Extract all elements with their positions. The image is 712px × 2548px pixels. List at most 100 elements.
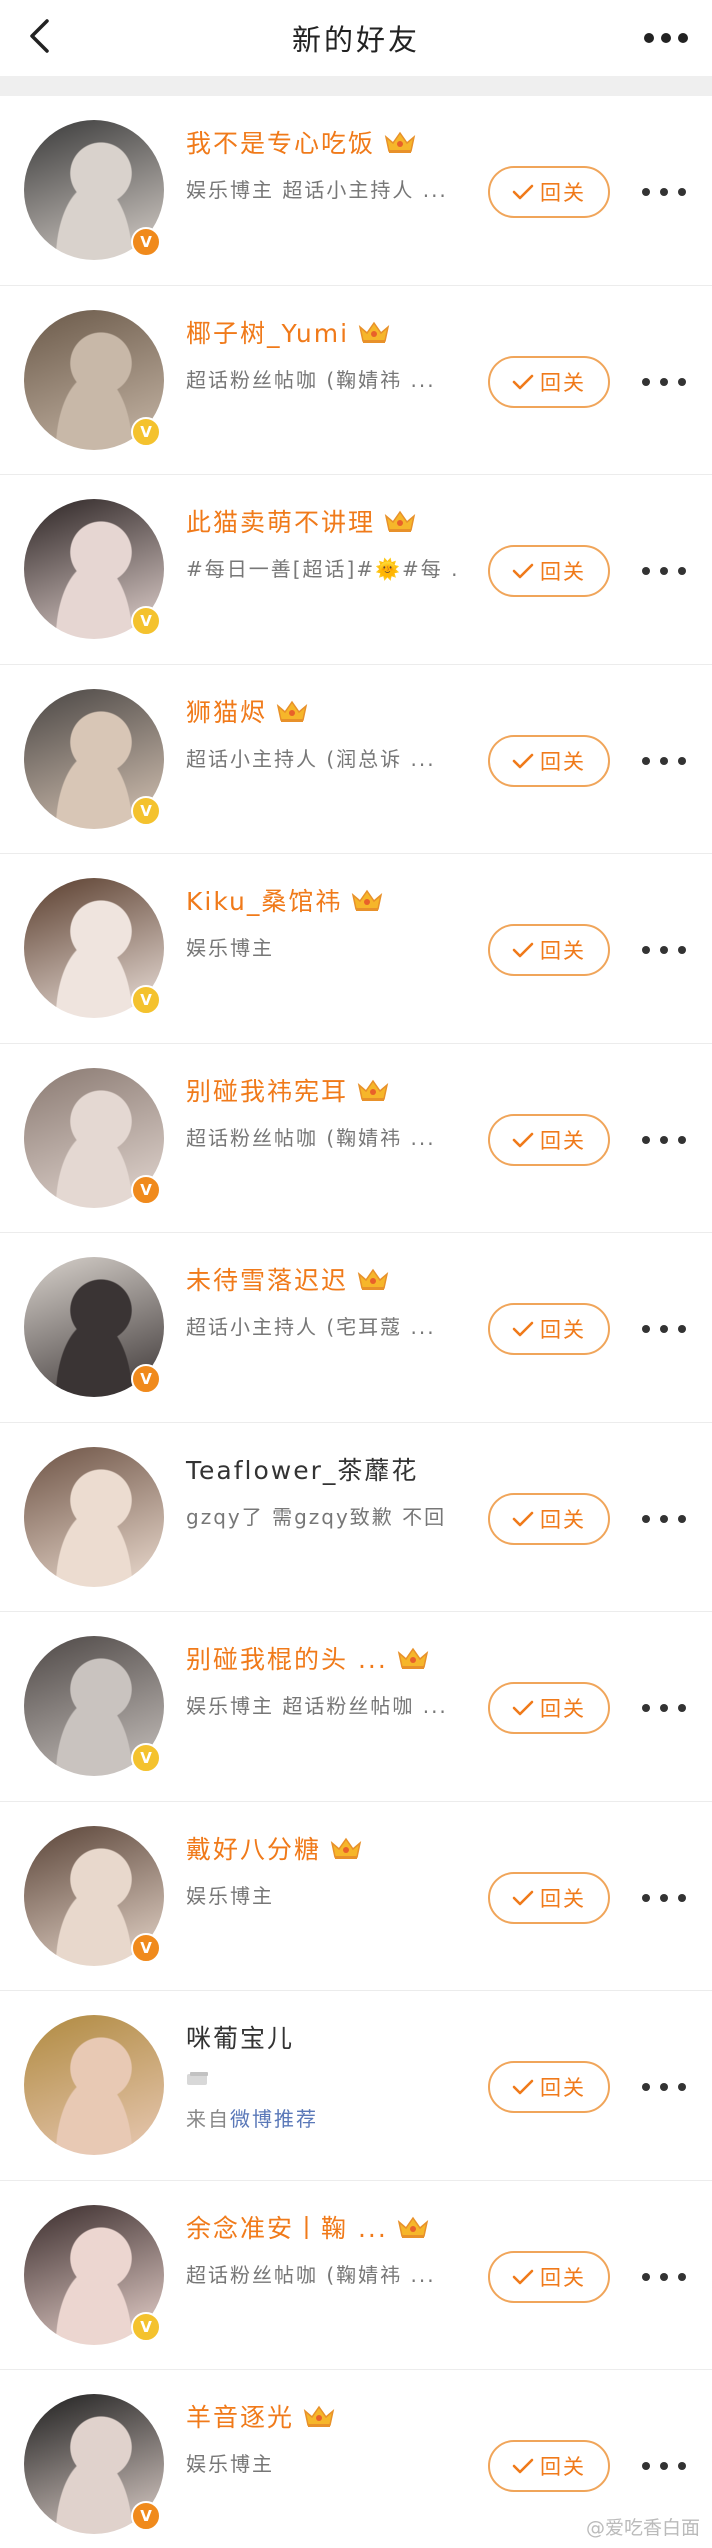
friend-row[interactable]: V 狮猫烬 超话小主持人 (润总诉 ... 回关 — [0, 665, 712, 854]
follow-back-label: 回关 — [540, 1697, 586, 1721]
row-more-button[interactable] — [642, 1507, 686, 1531]
dot — [678, 567, 686, 575]
user-name[interactable]: Kiku_桑馆祎 — [186, 882, 384, 918]
user-description: 超话粉丝帖咖 (鞠婧祎 ... — [186, 367, 436, 392]
user-name[interactable]: 咪葡宝儿 — [186, 2019, 294, 2055]
friend-list: V 我不是专心吃饭 娱乐博主 超话小主持人 ... 回关 V 椰子树_Yumi 超话粉丝帖咖… — [0, 96, 712, 2548]
follow-back-button[interactable]: 回关 — [488, 355, 610, 408]
follow-back-button[interactable]: 回关 — [488, 545, 610, 597]
user-name[interactable]: 我不是专心吃饭 — [186, 124, 417, 160]
dot — [642, 2462, 650, 2470]
follow-back-button[interactable]: 回关 — [488, 734, 610, 787]
verified-badge-icon: V — [131, 1932, 161, 1963]
row-more-button[interactable] — [642, 1696, 686, 1720]
avatar[interactable] — [24, 2015, 164, 2155]
crown-icon — [397, 1647, 428, 1669]
dot — [660, 1135, 668, 1144]
card-icon — [187, 2072, 208, 2085]
follow-back-button[interactable]: 回关 — [488, 166, 610, 218]
row-more-button[interactable] — [642, 1886, 686, 1910]
follow-back-button[interactable]: 回关 — [488, 2440, 610, 2492]
verified-badge-icon: V — [131, 985, 161, 1015]
check-icon — [512, 563, 534, 579]
row-more-button[interactable] — [642, 938, 686, 962]
follow-back-label: 回关 — [540, 939, 586, 963]
friend-row[interactable]: V Kiku_桑馆祎 娱乐博主 回关 — [0, 854, 712, 1044]
crown-icon — [276, 700, 308, 722]
friend-row[interactable]: Teaflower_茶蘼花 gzqy了 需gzqy致歉 不回 ... 回关 — [0, 1423, 712, 1612]
follow-back-button[interactable]: 回关 — [488, 1682, 610, 1734]
friend-row[interactable]: V 戴好八分糖 娱乐博主 回关 — [0, 1802, 712, 1991]
user-name[interactable]: 余念准安丨鞠 ... — [186, 2209, 430, 2245]
follow-back-label: 回关 — [540, 370, 586, 395]
row-more-button[interactable] — [642, 749, 686, 773]
verified-badge-icon: V — [131, 795, 161, 826]
verified-badge-icon: V — [131, 2501, 161, 2531]
user-name-text: 别碰我祎宪耳 — [186, 1076, 349, 1106]
verified-badge-icon: V — [131, 1743, 161, 1773]
verified-badge-icon: V — [131, 1364, 161, 1394]
user-name-text: 戴好八分糖 — [186, 1834, 322, 1864]
row-more-button[interactable] — [642, 559, 686, 583]
row-more-button[interactable] — [642, 1317, 686, 1341]
user-description: 超话粉丝帖咖 (鞠婧祎 ... — [186, 2262, 436, 2287]
top-bar: 新的好友 — [0, 0, 712, 76]
dot — [642, 756, 650, 765]
user-name[interactable]: 此猫卖萌不讲理 — [186, 503, 417, 539]
dot — [678, 2272, 686, 2281]
watermark-text: @爱吃香白面 — [585, 2517, 700, 2539]
friend-row[interactable]: V 余念准安丨鞠 ... 超话粉丝帖咖 (鞠婧祎 ... 回关 — [0, 2181, 712, 2370]
friend-row[interactable]: V 椰子树_Yumi 超话粉丝帖咖 (鞠婧祎 ... 回关 — [0, 286, 712, 475]
crown-icon — [384, 510, 416, 532]
follow-back-button[interactable]: 回关 — [488, 1113, 610, 1166]
user-name[interactable]: 别碰我祎宪耳 — [186, 1072, 390, 1108]
check-icon — [512, 2079, 534, 2095]
friend-row[interactable]: V 我不是专心吃饭 娱乐博主 超话小主持人 ... 回关 — [0, 96, 712, 286]
user-description: 娱乐博主 超话粉丝帖咖 ... — [186, 1694, 448, 1718]
follow-back-button[interactable]: 回关 — [488, 1871, 610, 1924]
friend-row[interactable]: 咪葡宝儿来自微博推荐 回关 — [0, 1991, 712, 2181]
row-more-button[interactable] — [642, 1128, 686, 1152]
follow-back-button[interactable]: 回关 — [488, 2061, 610, 2113]
follow-back-button[interactable]: 回关 — [488, 1303, 610, 1355]
user-name-text: 狮猫烬 — [186, 697, 268, 727]
dot — [678, 1893, 686, 1902]
dot — [660, 377, 668, 386]
user-name[interactable]: 羊音逐光 — [186, 2398, 336, 2434]
follow-back-button[interactable]: 回关 — [488, 2250, 610, 2303]
row-more-button[interactable] — [642, 180, 686, 204]
dot — [678, 1514, 686, 1523]
check-icon — [512, 1132, 534, 1147]
row-more-button[interactable] — [642, 370, 686, 394]
follow-back-label: 回关 — [540, 1886, 586, 1911]
verified-badge-icon: V — [131, 2311, 161, 2342]
friend-row[interactable]: V 未待雪落迟迟 超话小主持人 (宅耳蔻 ... 回关 — [0, 1233, 712, 1423]
more-options-button[interactable] — [640, 18, 692, 58]
follow-back-button[interactable]: 回关 — [488, 924, 610, 976]
row-more-button[interactable] — [642, 2454, 686, 2478]
follow-back-button[interactable]: 回关 — [488, 1492, 610, 1545]
user-name[interactable]: 别碰我棍的头 ... — [186, 1640, 430, 1676]
dot — [660, 1893, 668, 1902]
row-more-button[interactable] — [642, 2075, 686, 2099]
source-text: 来自微博推荐 — [186, 2103, 318, 2132]
source-link[interactable]: 微博推荐 — [230, 2107, 318, 2131]
user-name[interactable]: 椰子树_Yumi — [186, 314, 391, 350]
row-more-button[interactable] — [642, 2265, 686, 2289]
user-name[interactable]: 狮猫烬 — [186, 693, 309, 729]
user-name-text: 未待雪落迟迟 — [186, 1266, 349, 1295]
user-name[interactable]: 未待雪落迟迟 — [186, 1261, 390, 1297]
crown-icon — [358, 321, 390, 343]
check-icon — [512, 1890, 534, 1905]
user-name-text: 羊音逐光 — [186, 2403, 295, 2432]
friend-row[interactable]: V 此猫卖萌不讲理 #每日一善[超话]#🌞#每 ... 回关 — [0, 475, 712, 665]
dot — [642, 2272, 650, 2281]
friend-row[interactable]: V 别碰我棍的头 ... 娱乐博主 超话粉丝帖咖 ... 回关 — [0, 1612, 712, 1802]
user-name[interactable]: 戴好八分糖 — [186, 1830, 363, 1866]
avatar[interactable] — [24, 1446, 164, 1587]
user-name[interactable]: Teaflower_茶蘼花 — [186, 1451, 418, 1487]
back-button[interactable] — [18, 14, 62, 58]
user-description: 超话粉丝帖咖 (鞠婧祎 ... — [186, 1125, 436, 1150]
user-description: gzqy了 需gzqy致歉 不回 ... — [186, 1504, 456, 1529]
friend-row[interactable]: V 别碰我祎宪耳 超话粉丝帖咖 (鞠婧祎 ... 回关 — [0, 1044, 712, 1233]
